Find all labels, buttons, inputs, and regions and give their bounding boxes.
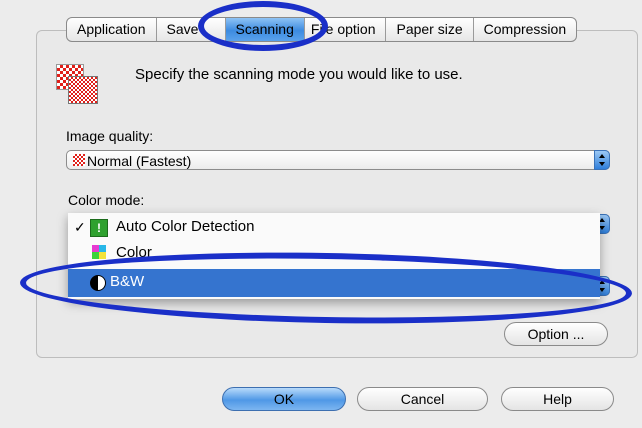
- help-button[interactable]: Help: [501, 387, 614, 411]
- color-mode-label: Color mode:: [68, 192, 145, 208]
- cancel-button[interactable]: Cancel: [357, 387, 488, 411]
- option-button[interactable]: Option ...: [504, 322, 608, 346]
- checkerboard-scan-icon: [56, 64, 98, 104]
- annotation-ellipse-tab: [198, 1, 328, 51]
- image-quality-stepper-icon: [594, 150, 610, 170]
- checkmark-icon: ✓: [74, 219, 86, 235]
- checker-quality-icon: [73, 154, 85, 166]
- menu-item-auto-color[interactable]: ✓ ! Auto Color Detection: [68, 215, 600, 239]
- menu-item-label: Auto Color Detection: [116, 218, 255, 235]
- image-quality-value: Normal (Fastest): [87, 153, 192, 169]
- color-cube-icon: [92, 245, 106, 259]
- ok-button[interactable]: OK: [222, 387, 346, 411]
- auto-color-icon: !: [90, 219, 108, 237]
- tab-application[interactable]: Application: [67, 18, 157, 41]
- tab-compression[interactable]: Compression: [474, 18, 576, 41]
- image-quality-select[interactable]: Normal (Fastest): [66, 150, 610, 170]
- tab-paper-size[interactable]: Paper size: [386, 18, 474, 41]
- image-quality-label: Image quality:: [66, 128, 154, 144]
- scanning-mode-description: Specify the scanning mode you would like…: [135, 66, 463, 83]
